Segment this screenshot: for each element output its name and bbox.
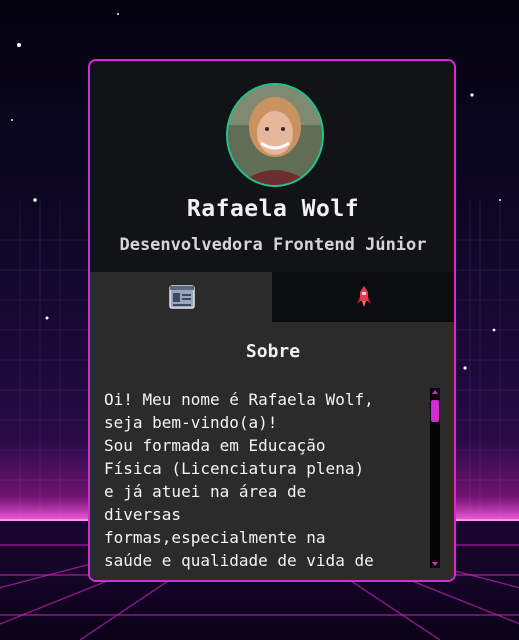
about-panel: Sobre Oi! Meu nome é Rafaela Wolf, seja … bbox=[90, 322, 454, 580]
scroll-up-arrow[interactable] bbox=[432, 390, 438, 394]
id-card-icon bbox=[169, 285, 195, 309]
scroll-down-arrow[interactable] bbox=[432, 562, 438, 566]
tab-about[interactable] bbox=[90, 272, 272, 322]
scroll-thumb[interactable] bbox=[431, 400, 439, 422]
profile-name: Rafaela Wolf bbox=[186, 196, 360, 222]
profile-card: Rafaela Wolf Desenvolvedora Frontend Jún… bbox=[88, 59, 456, 582]
about-scrollbar[interactable] bbox=[430, 388, 440, 568]
profile-role: Desenvolvedora Frontend Júnior bbox=[119, 235, 427, 255]
rocket-icon bbox=[357, 286, 371, 307]
about-text: Oi! Meu nome é Rafaela Wolf, seja bem-vi… bbox=[104, 390, 374, 570]
avatar bbox=[226, 83, 324, 187]
about-title: Sobre bbox=[245, 341, 301, 362]
tab-bar bbox=[90, 272, 454, 322]
tab-projects[interactable] bbox=[272, 272, 454, 322]
